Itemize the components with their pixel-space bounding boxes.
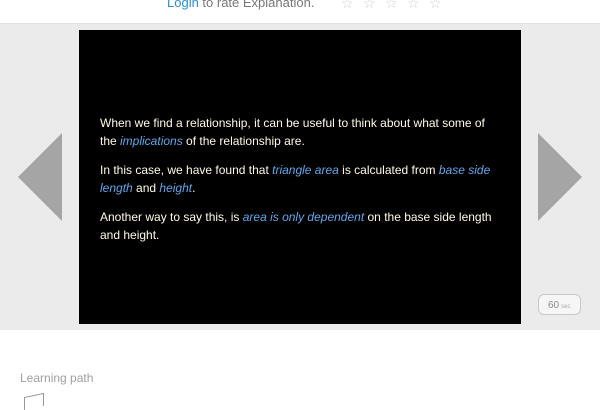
star-icon[interactable]: ☆ — [407, 0, 420, 11]
speed-unit: sec — [561, 304, 571, 310]
slide-paragraph: Another way to say this, is area is only… — [100, 208, 502, 244]
text-run: Another way to say this, is — [100, 210, 243, 224]
slide-paragraph: When we find a relationship, it can be u… — [100, 114, 502, 150]
explanation-slide: When we find a relationship, it can be u… — [79, 30, 521, 324]
highlighted-term: height — [159, 181, 193, 195]
prev-arrow-icon[interactable] — [18, 133, 62, 221]
text-run: is calculated from — [338, 163, 439, 177]
star-icon[interactable]: ☆ — [341, 0, 354, 11]
star-icon[interactable]: ☆ — [429, 0, 442, 11]
next-arrow-icon[interactable] — [538, 133, 582, 221]
highlighted-term: implications — [120, 134, 183, 148]
highlighted-term: area is only dependent — [242, 210, 365, 224]
rate-prompt: Login to rate Explanation. — [167, 0, 314, 12]
star-icon[interactable]: ☆ — [363, 0, 376, 11]
learning-path-label: Learning path — [20, 371, 94, 385]
learning-path-icon — [24, 392, 44, 410]
login-link[interactable]: Login — [167, 0, 199, 10]
slide-viewer: When we find a relationship, it can be u… — [0, 24, 600, 330]
star-icon[interactable]: ☆ — [385, 0, 398, 11]
speed-value: 60 — [548, 300, 560, 311]
text-run: of the relationship are. — [182, 134, 305, 148]
rating-bar: Login to rate Explanation. ☆ ☆ ☆ ☆ ☆ — [0, 0, 600, 24]
slide-paragraph: In this case, we have found that triangl… — [100, 161, 502, 197]
star-rating[interactable]: ☆ ☆ ☆ ☆ ☆ — [341, 0, 447, 12]
text-run: . — [192, 181, 196, 195]
rate-prompt-text: to rate Explanation. — [198, 0, 315, 10]
highlighted-term: triangle area — [272, 163, 339, 177]
speed-button[interactable]: 60 sec — [538, 294, 581, 315]
text-run: and — [132, 181, 160, 195]
slide-text: When we find a relationship, it can be u… — [100, 114, 502, 255]
text-run: In this case, we have found that — [100, 163, 273, 177]
